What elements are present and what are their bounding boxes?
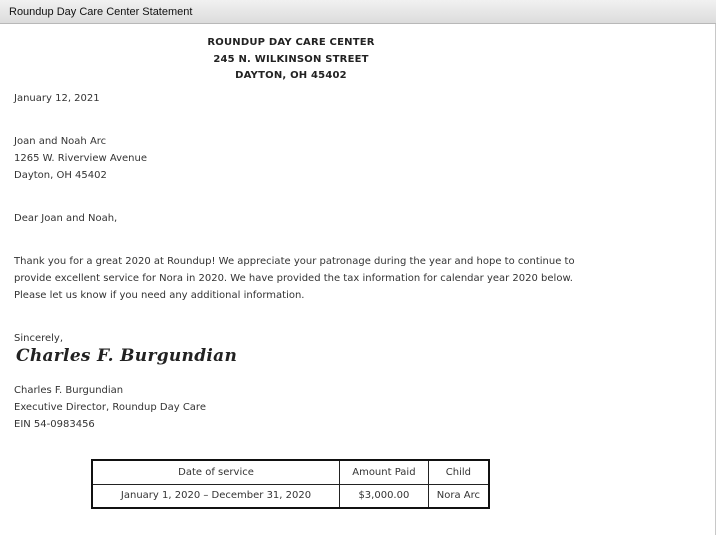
header-child: Child xyxy=(427,459,490,485)
letter-date: January 12, 2021 xyxy=(14,93,100,104)
greeting: Dear Joan and Noah, xyxy=(14,213,118,224)
recipient-city: Dayton, OH 45402 xyxy=(14,170,107,181)
tax-info-table: Date of service Amount Paid Child Januar… xyxy=(91,459,490,509)
center-city: DAYTON, OH 45402 xyxy=(235,70,347,81)
cell-child: Nora Arc xyxy=(427,483,490,509)
sender-name: Charles F. Burgundian xyxy=(14,385,124,396)
body-line-1: Thank you for a great 2020 at Roundup! W… xyxy=(14,256,575,267)
header-date-of-service: Date of service xyxy=(91,459,341,485)
table-row: January 1, 2020 – December 31, 2020 $3,0… xyxy=(91,483,490,509)
center-street: 245 N. WILKINSON STREET xyxy=(213,54,369,65)
header-amount-paid: Amount Paid xyxy=(339,459,429,485)
sender-ein: EIN 54-0983456 xyxy=(14,419,95,430)
closing: Sincerely, xyxy=(14,333,64,344)
sender-title: Executive Director, Roundup Day Care xyxy=(14,402,206,413)
cell-date-of-service: January 1, 2020 – December 31, 2020 xyxy=(91,483,341,509)
recipient-street: 1265 W. Riverview Avenue xyxy=(14,153,147,164)
cell-amount-paid: $3,000.00 xyxy=(339,483,429,509)
table-header-row: Date of service Amount Paid Child xyxy=(91,459,490,485)
statement-document: ROUNDUP DAY CARE CENTER 245 N. WILKINSON… xyxy=(0,24,716,535)
window-title-bar: Roundup Day Care Center Statement xyxy=(0,0,716,24)
window-title: Roundup Day Care Center Statement xyxy=(9,6,193,18)
body-line-3: Please let us know if you need any addit… xyxy=(14,290,305,301)
body-line-2: provide excellent service for Nora in 20… xyxy=(14,273,573,284)
handwritten-signature: Charles F. Burgundian xyxy=(16,346,238,366)
recipient-name: Joan and Noah Arc xyxy=(14,136,107,147)
center-name: ROUNDUP DAY CARE CENTER xyxy=(207,37,375,48)
